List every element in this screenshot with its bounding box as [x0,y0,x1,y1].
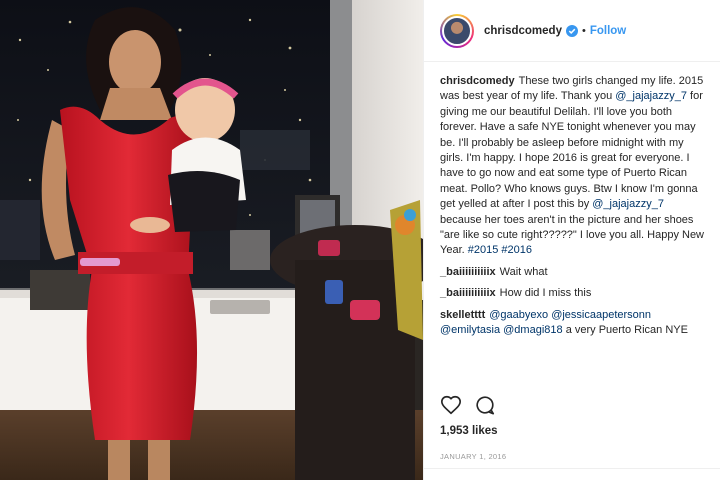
comment-text: a very Puerto Rican NYE [565,324,688,337]
comment-username[interactable]: skelletttt [440,309,485,321]
post-header: chrisdcomedy • Follow [424,0,720,62]
comment-username[interactable]: _baiiiiiiiiiix [440,266,496,278]
comment-icon[interactable] [474,394,496,416]
mention-link[interactable]: @dmagi818 [503,324,562,336]
comment-username[interactable]: _baiiiiiiiiiix [440,287,496,299]
mention-link[interactable]: @gaabyexo [489,309,548,321]
comment-text: Wait what [499,265,548,278]
mention-link[interactable]: @_jajajazzy_7 [615,90,687,102]
comment: skelletttt @gaabyexo @jessicaapetersonn @… [440,308,704,339]
caption-username[interactable]: chrisdcomedy [440,75,515,87]
hashtag-link[interactable]: #2016 [501,244,532,256]
mention-link[interactable]: @emilytasia [440,324,500,336]
caption: chrisdcomedy These two girls changed my l… [440,74,704,259]
follow-button[interactable]: Follow [590,25,626,37]
post-photo[interactable] [0,0,423,480]
verified-badge-icon [565,24,578,37]
divider [424,468,720,469]
post-details-panel: chrisdcomedy • Follow chrisdcomedy These … [423,0,720,480]
comment-text: How did I miss this [499,287,592,300]
comment: _baiiiiiiiiiix Wait what [440,265,704,280]
post-date: JANUARY 1, 2016 [440,452,507,461]
likes-count[interactable]: 1,953 likes [440,425,498,437]
caption-text: for giving me our beautiful Delilah. I'l… [440,90,703,211]
comment: _baiiiiiiiiiix How did I miss this [440,286,704,301]
photo-image [0,0,423,480]
comments-section: chrisdcomedy These two girls changed my l… [424,62,720,396]
header-username[interactable]: chrisdcomedy [484,25,562,37]
mention-link[interactable]: @_jajajazzy_7 [592,198,664,210]
hashtag-link[interactable]: #2015 [468,244,499,256]
mention-link[interactable]: @jessicaapetersonn [551,309,651,321]
action-bar [440,393,496,417]
separator-dot: • [581,24,586,37]
heart-icon[interactable] [440,394,462,416]
avatar[interactable] [440,13,474,48]
